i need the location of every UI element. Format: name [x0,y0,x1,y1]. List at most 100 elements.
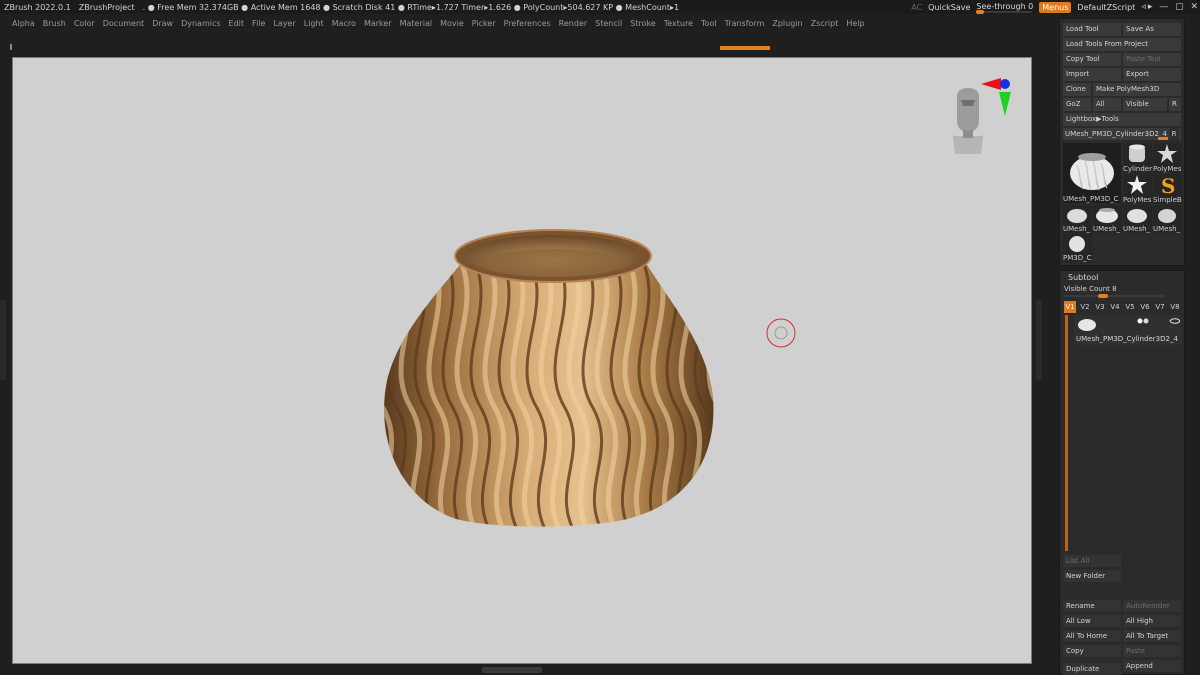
goz-visible-button[interactable]: Visible [1123,98,1167,111]
y-axis-arrow[interactable] [999,92,1011,116]
menu-light[interactable]: Light [300,19,328,28]
goz-all-button[interactable]: All [1093,98,1121,111]
menu-layer[interactable]: Layer [269,19,299,28]
default-zscript-button[interactable]: DefaultZScript [1077,3,1135,12]
tool-thumb-umesh-2[interactable]: UMesh_ [1093,205,1122,233]
duplicate-button[interactable]: Duplicate [1063,663,1121,675]
menu-stencil[interactable]: Stencil [591,19,626,28]
copy-button[interactable]: Copy [1063,645,1121,657]
visible-count-label: Visible Count 8 [1064,285,1117,293]
all-high-button[interactable]: All High [1123,615,1181,627]
menu-texture[interactable]: Texture [660,19,697,28]
z-axis-handle[interactable] [1000,79,1010,89]
menu-edit[interactable]: Edit [225,19,249,28]
visible-count-knob[interactable] [1098,294,1108,298]
paste-button[interactable]: Paste [1123,645,1181,657]
visible-count-slider[interactable] [1064,294,1164,298]
import-button[interactable]: Import [1063,68,1121,81]
clone-button[interactable]: Clone [1063,83,1091,96]
all-low-button[interactable]: All Low [1063,615,1121,627]
menu-brush[interactable]: Brush [39,19,70,28]
tool-thumb-main[interactable]: UMesh_PM3D_C [1063,143,1121,203]
load-tools-from-project-button[interactable]: Load Tools From Project [1063,38,1181,51]
version-v1-button[interactable]: V1 [1064,301,1076,313]
copy-tool-button[interactable]: Copy Tool [1063,53,1121,66]
bottom-tray-handle[interactable] [482,667,542,673]
new-folder-button[interactable]: New Folder [1063,570,1121,582]
menu-color[interactable]: Color [70,19,99,28]
menu-preferences[interactable]: Preferences [500,19,555,28]
see-through-slider[interactable]: See-through 0 [976,2,1033,14]
tool-thumb-umesh-1[interactable]: UMesh_ [1063,205,1092,233]
version-v7-button[interactable]: V7 [1154,301,1166,313]
shelf-marker [10,44,12,50]
menu-help[interactable]: Help [842,19,868,28]
tool-thumb-pm3d[interactable]: PM3D_C [1063,234,1092,262]
menu-document[interactable]: Document [99,19,148,28]
version-v6-button[interactable]: V6 [1139,301,1151,313]
rename-button[interactable]: Rename [1063,600,1121,612]
append-button[interactable]: Append [1123,660,1181,672]
menu-zscript[interactable]: Zscript [807,19,843,28]
current-tool-slider[interactable]: UMesh_PM3D_Cylinder3D2_4 R [1063,128,1181,140]
see-through-track[interactable] [976,9,1033,14]
version-v8-button[interactable]: V8 [1169,301,1181,313]
menu-macro[interactable]: Macro [328,19,360,28]
see-through-knob[interactable] [976,9,985,14]
menu-stroke[interactable]: Stroke [626,19,660,28]
vase-model[interactable] [13,58,1032,664]
tool-thumb-umesh-3[interactable]: UMesh_ [1123,205,1152,233]
menu-movie[interactable]: Movie [436,19,468,28]
tool-thumb-umesh-4[interactable]: UMesh_ [1153,205,1182,233]
tool-thumb-simplebrush[interactable]: S SimpleB [1153,174,1182,204]
current-tool-r-button[interactable]: R [1169,128,1179,140]
save-as-button[interactable]: Save As [1123,23,1181,36]
menus-button[interactable]: Menus [1039,1,1072,13]
goz-button[interactable]: GoZ [1063,98,1091,111]
subtool-title[interactable]: Subtool [1068,273,1098,282]
version-v4-button[interactable]: V4 [1109,301,1121,313]
tool-thumb-polymesh-star[interactable]: PolyMes [1153,143,1182,173]
list-all-button[interactable]: List All [1063,555,1121,567]
version-v3-button[interactable]: V3 [1094,301,1106,313]
menu-picker[interactable]: Picker [468,19,500,28]
subtool-item[interactable]: UMesh_PM3D_Cylinder3D2_4 [1074,315,1182,345]
right-tray-handle[interactable] [1036,300,1042,380]
x-axis-arrow[interactable] [981,78,1001,90]
menu-tool[interactable]: Tool [697,19,721,28]
ac-button[interactable]: AC [911,3,922,12]
menu-draw[interactable]: Draw [148,19,177,28]
menu-alpha[interactable]: Alpha [8,19,39,28]
version-v5-button[interactable]: V5 [1124,301,1136,313]
goz-r-button[interactable]: R [1169,98,1181,111]
paste-tool-button[interactable]: Paste Tool [1123,53,1181,66]
version-v2-button[interactable]: V2 [1079,301,1091,313]
left-tray-handle[interactable] [0,300,6,380]
subtool-scrollbar[interactable] [1065,315,1068,551]
all-to-target-button[interactable]: All To Target [1123,630,1181,642]
tool-palette: Load Tool Save As Load Tools From Projec… [1059,18,1185,266]
menu-zplugin[interactable]: Zplugin [768,19,806,28]
tool-thumb-polymesh-star-2[interactable]: PolyMes [1123,174,1152,204]
make-polymesh3d-button[interactable]: Make PolyMesh3D [1093,83,1181,96]
export-button[interactable]: Export [1123,68,1181,81]
load-tool-button[interactable]: Load Tool [1063,23,1121,36]
menu-file[interactable]: File [248,19,269,28]
subtool-toggle-icons[interactable] [1100,316,1180,326]
all-to-home-button[interactable]: All To Home [1063,630,1121,642]
document-canvas[interactable] [12,57,1032,664]
menu-transform[interactable]: Transform [721,19,769,28]
menu-render[interactable]: Render [555,19,591,28]
tool-thumb-cylinder[interactable]: Cylinder [1123,143,1152,173]
menu-marker[interactable]: Marker [360,19,396,28]
vase-thumb-icon [1127,209,1147,223]
menu-dynamics[interactable]: Dynamics [177,19,224,28]
quicksave-button[interactable]: QuickSave [928,3,970,12]
navigation-gizmo[interactable] [943,76,1013,160]
lightbox-tools-button[interactable]: Lightbox▶Tools [1063,113,1181,126]
menu-material[interactable]: Material [396,19,437,28]
window-controls[interactable]: ◃▸ — ▢ ✕ [1141,2,1200,12]
cylinder-icon [1129,144,1145,162]
autoreorder-button[interactable]: AutoReorder [1123,600,1181,612]
head-orientation-icon[interactable] [953,88,983,154]
